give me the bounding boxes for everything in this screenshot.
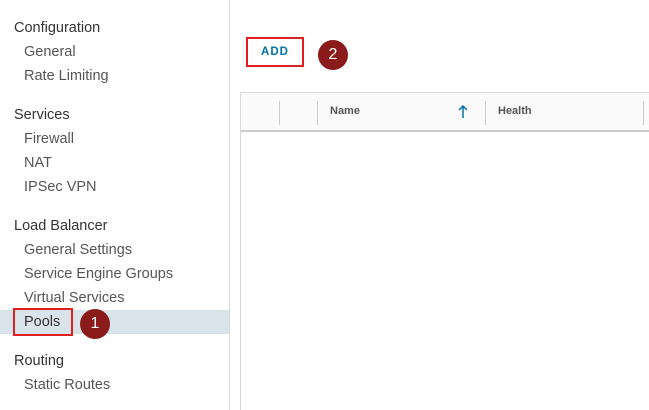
column-separator <box>317 101 318 125</box>
sidebar-item-virtual-services[interactable]: Virtual Services <box>0 286 229 310</box>
column-separator <box>643 101 644 125</box>
sidebar-item-firewall[interactable]: Firewall <box>0 127 229 151</box>
pools-datagrid: Name Health <box>240 92 649 410</box>
sidebar-item-nat[interactable]: NAT <box>0 151 229 175</box>
callout-highlight-add <box>246 37 304 67</box>
section-header-load-balancer: Load Balancer <box>14 218 108 234</box>
datagrid-header: Name Health <box>241 93 649 132</box>
section-header-routing: Routing <box>14 353 64 369</box>
section-header-configuration: Configuration <box>14 20 101 36</box>
sidebar-item-service-engine-groups[interactable]: Service Engine Groups <box>0 262 229 286</box>
callout-badge-1: 1 <box>80 309 110 339</box>
sidebar-item-rate-limiting[interactable]: Rate Limiting <box>0 64 229 88</box>
callout-highlight-pools <box>13 308 73 336</box>
sort-ascending-icon[interactable] <box>456 104 470 120</box>
column-header-name[interactable]: Name <box>330 105 360 117</box>
callout-badge-2: 2 <box>318 40 348 70</box>
sidebar-item-general[interactable]: General <box>0 40 229 64</box>
section-header-services: Services <box>14 107 70 123</box>
sidebar-item-general-settings[interactable]: General Settings <box>0 238 229 262</box>
sidebar-item-static-routes[interactable]: Static Routes <box>0 373 229 397</box>
column-header-health[interactable]: Health <box>498 105 532 117</box>
sidebar-item-ipsec-vpn[interactable]: IPSec VPN <box>0 175 229 199</box>
column-separator <box>279 101 280 125</box>
sidebar-nav: Configuration General Rate Limiting Serv… <box>0 0 230 410</box>
column-separator <box>485 101 486 125</box>
